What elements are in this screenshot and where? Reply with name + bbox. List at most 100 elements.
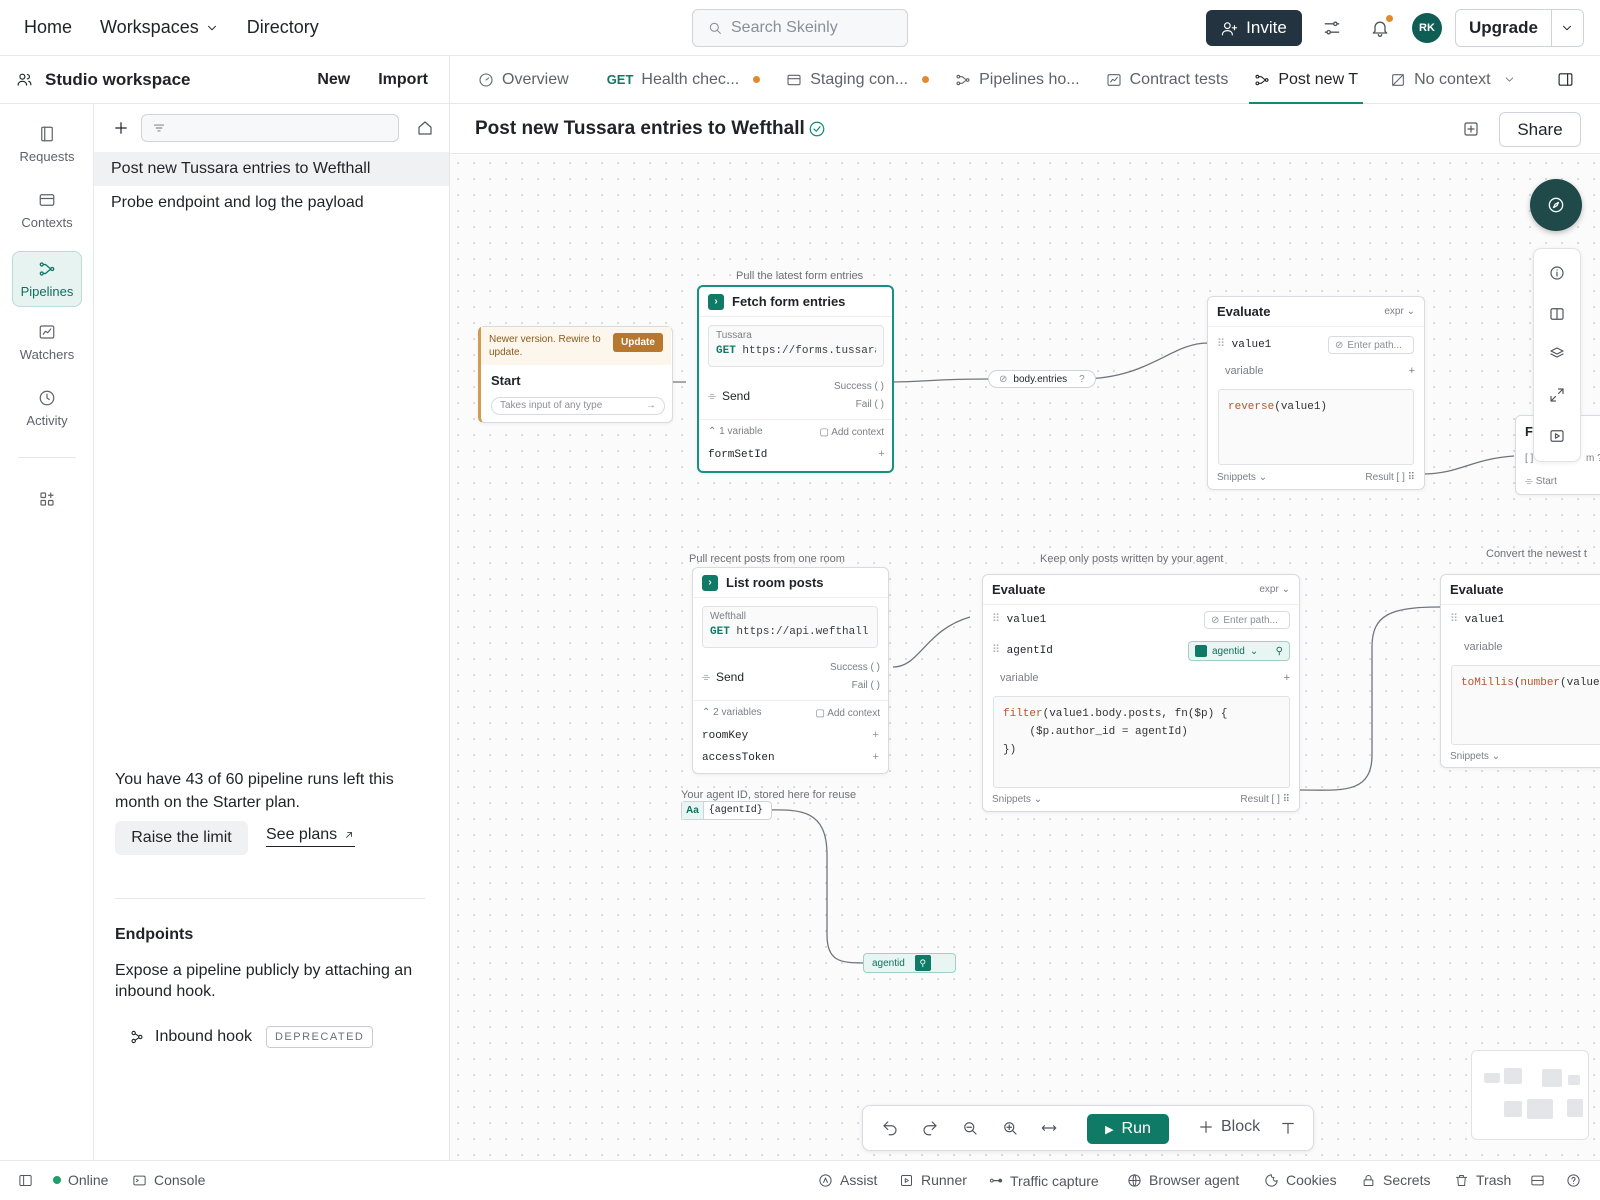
- pipeline-list-item[interactable]: Post new Tussara entries to Wefthall: [94, 152, 449, 186]
- help-icon[interactable]: [1566, 1173, 1581, 1188]
- add-app-icon[interactable]: [38, 490, 56, 508]
- start-input[interactable]: Takes input of any type →: [491, 397, 665, 415]
- rail-pipelines[interactable]: Pipelines: [12, 251, 82, 307]
- enter-path-button[interactable]: ⊘ Enter path...: [1204, 611, 1290, 629]
- vars-toggle[interactable]: ⌃ 2 variables: [702, 707, 762, 718]
- layout-icon[interactable]: [1530, 1173, 1545, 1188]
- filter-input[interactable]: [141, 114, 399, 142]
- rail-requests[interactable]: Requests: [12, 116, 82, 172]
- context-select[interactable]: No context: [1377, 56, 1528, 104]
- expression-editor[interactable]: toMillis(number(value1: [1451, 665, 1600, 745]
- mode-select[interactable]: expr ⌄: [1384, 306, 1415, 317]
- play-box-icon[interactable]: [1548, 427, 1566, 445]
- invite-button[interactable]: Invite: [1206, 10, 1302, 46]
- plus-icon[interactable]: +: [878, 449, 885, 461]
- start-node[interactable]: Newer version. Rewire to update. Update …: [478, 326, 673, 423]
- tab-pipelines-home[interactable]: Pipelines ho...: [942, 56, 1093, 104]
- result-port[interactable]: Result [ ] ⠿: [1365, 472, 1415, 483]
- zoom-out-icon[interactable]: [961, 1119, 979, 1137]
- snippets-toggle[interactable]: Snippets ⌄: [992, 794, 1042, 805]
- minimap[interactable]: [1471, 1050, 1589, 1140]
- fetch-form-entries-node[interactable]: › Fetch form entries Tussara GET https:/…: [697, 285, 894, 473]
- rail-contexts[interactable]: Contexts: [12, 182, 82, 238]
- share-button[interactable]: Share: [1499, 112, 1581, 147]
- evaluate-convert-node[interactable]: Evaluate ⠿ value1 variable toMillis(numb…: [1440, 574, 1600, 768]
- edge-label[interactable]: ⊘ body.entries ?: [988, 370, 1096, 388]
- fail-port[interactable]: Fail ( ): [852, 680, 880, 691]
- tab-overview[interactable]: Overview: [450, 56, 582, 104]
- search-input[interactable]: Search Skeinly: [692, 9, 908, 47]
- home-icon[interactable]: [416, 119, 434, 137]
- nav-directory[interactable]: Directory: [247, 17, 319, 38]
- browser-agent-button[interactable]: Browser agent: [1127, 1172, 1239, 1188]
- agent-id-block[interactable]: Aa {agentId}: [681, 801, 772, 820]
- trash-button[interactable]: Trash: [1454, 1172, 1511, 1188]
- avatar[interactable]: RK: [1412, 13, 1442, 43]
- pipeline-list-item[interactable]: Probe endpoint and log the payload: [94, 186, 449, 220]
- runner-button[interactable]: Runner: [899, 1172, 967, 1188]
- start-port[interactable]: ⌯ Start: [1525, 476, 1557, 487]
- see-plans-link[interactable]: See plans: [266, 826, 356, 847]
- sidebar-toggle-icon[interactable]: [18, 1173, 33, 1188]
- add-context-button[interactable]: ▢ Add context: [820, 427, 885, 438]
- nav-workspaces[interactable]: Workspaces: [100, 17, 219, 38]
- mode-select[interactable]: expr ⌄: [1259, 584, 1290, 595]
- snippets-toggle[interactable]: Snippets ⌄: [1217, 472, 1267, 483]
- chevron-down-icon[interactable]: [1560, 21, 1574, 35]
- raise-limit-button[interactable]: Raise the limit: [115, 821, 248, 855]
- expression-editor[interactable]: filter(value1.body.posts, fn($p) { ($p.a…: [993, 696, 1290, 788]
- expression-editor[interactable]: reverse(value1): [1218, 389, 1414, 465]
- plus-icon[interactable]: +: [872, 752, 879, 764]
- list-room-posts-node[interactable]: › List room posts Wefthall GET https://a…: [692, 567, 889, 774]
- traffic-capture-button[interactable]: ⊶ Traffic capture: [989, 1172, 1099, 1189]
- redo-icon[interactable]: [921, 1119, 939, 1137]
- online-status[interactable]: Online: [53, 1172, 108, 1188]
- evaluate-filter-node[interactable]: Evaluate expr ⌄ ⠿ value1 ⊘ Enter path...…: [982, 574, 1300, 812]
- enter-path-button[interactable]: ⊘ Enter path...: [1328, 336, 1414, 354]
- success-port[interactable]: Success ( ): [834, 381, 884, 392]
- panel-toggle-icon[interactable]: [1557, 71, 1574, 88]
- tab-health-check[interactable]: GET Health chec...: [594, 56, 774, 104]
- success-port[interactable]: Success ( ): [830, 662, 880, 673]
- info-icon[interactable]: [1548, 264, 1566, 282]
- cookies-button[interactable]: Cookies: [1264, 1172, 1337, 1188]
- compass-button[interactable]: [1530, 179, 1582, 231]
- pipeline-canvas[interactable]: Newer version. Rewire to update. Update …: [450, 155, 1600, 1160]
- console-button[interactable]: Console: [132, 1172, 205, 1188]
- rail-activity[interactable]: Activity: [12, 380, 82, 436]
- plus-icon[interactable]: [112, 119, 130, 137]
- layers-icon[interactable]: [1548, 345, 1566, 363]
- plus-icon[interactable]: +: [1409, 365, 1415, 377]
- import-button[interactable]: Import: [378, 71, 428, 89]
- fail-port[interactable]: Fail ( ): [856, 399, 884, 410]
- assist-button[interactable]: Assist: [818, 1172, 877, 1188]
- variable-row[interactable]: roomKey +: [702, 730, 879, 742]
- run-button[interactable]: ▶ Run: [1087, 1114, 1169, 1144]
- new-button[interactable]: New: [317, 71, 350, 89]
- undo-icon[interactable]: [881, 1119, 899, 1137]
- add-panel-icon[interactable]: [1462, 120, 1480, 138]
- fit-width-icon[interactable]: [1040, 1119, 1058, 1137]
- split-view-icon[interactable]: [1548, 305, 1566, 323]
- update-button[interactable]: Update: [613, 333, 663, 352]
- plus-icon[interactable]: +: [1284, 672, 1290, 684]
- upgrade-button[interactable]: Upgrade: [1456, 10, 1552, 46]
- tab-staging-context[interactable]: Staging con...: [773, 56, 942, 104]
- agentid-chip[interactable]: agentid ⌄ ⚲: [1188, 641, 1290, 661]
- evaluate-node[interactable]: Evaluate expr ⌄ ⠿ value1 ⊘ Enter path...…: [1207, 296, 1425, 490]
- request-box[interactable]: Tussara GET https://forms.tussara...: [708, 325, 884, 367]
- zoom-in-icon[interactable]: [1001, 1119, 1019, 1137]
- add-context-button[interactable]: ▢ Add context: [816, 708, 881, 719]
- variable-row[interactable]: accessToken +: [702, 752, 879, 764]
- tab-post-new[interactable]: Post new T: [1241, 56, 1371, 105]
- request-box[interactable]: Wefthall GET https://api.wefthall.c...: [702, 606, 878, 648]
- result-port[interactable]: Result [ ] ⠿: [1240, 794, 1290, 805]
- text-tool-icon[interactable]: [1279, 1119, 1297, 1137]
- rail-watchers[interactable]: Watchers: [12, 314, 82, 370]
- expand-icon[interactable]: [1548, 386, 1566, 404]
- plus-icon[interactable]: +: [872, 730, 879, 742]
- inbound-hook-item[interactable]: Inbound hook DEPRECATED: [129, 1026, 374, 1048]
- tab-contract-tests[interactable]: Contract tests: [1093, 56, 1242, 104]
- agentid-output-chip[interactable]: agentid ⚲: [863, 953, 956, 973]
- variable-row[interactable]: formSetId +: [708, 449, 885, 461]
